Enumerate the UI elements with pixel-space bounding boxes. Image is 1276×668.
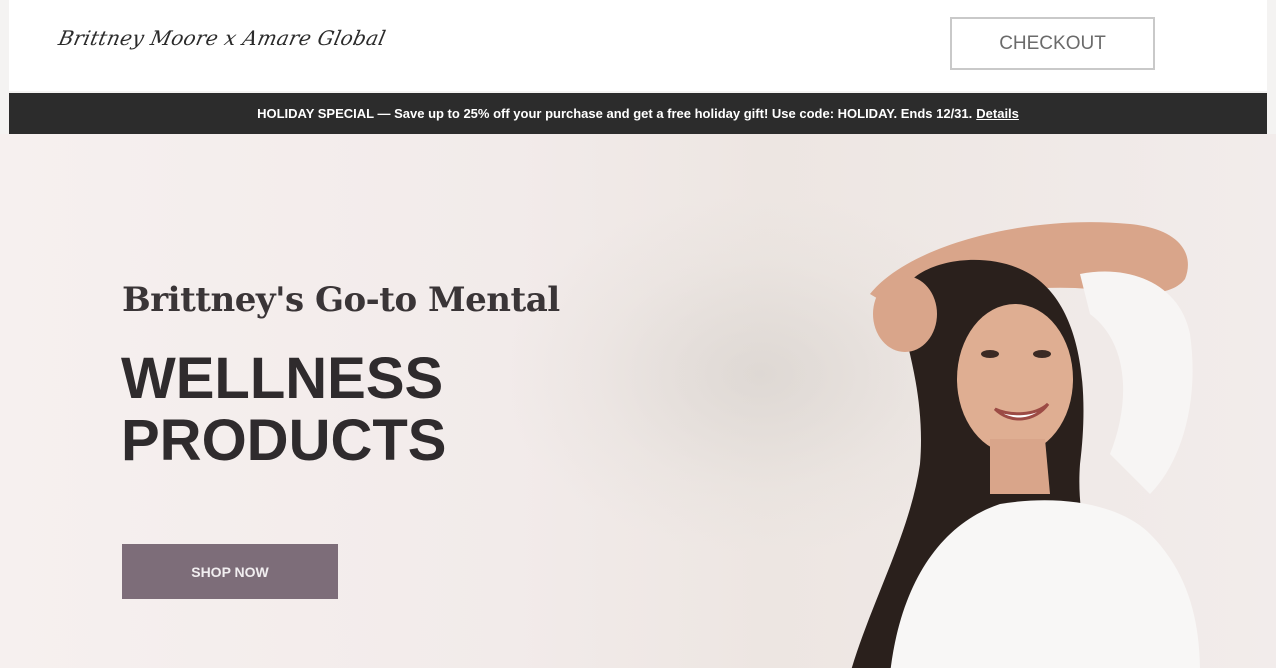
shop-now-button[interactable]: SHOP NOW xyxy=(122,544,338,599)
landing-page: Brittney Moore x Amare Global CHECKOUT H… xyxy=(0,0,1276,668)
promo-banner: HOLIDAY SPECIAL — Save up to 25% off you… xyxy=(9,93,1267,134)
hero-title: WELLNESS PRODUCTS xyxy=(121,346,447,473)
site-header: Brittney Moore x Amare Global CHECKOUT xyxy=(9,0,1267,91)
hand-shape xyxy=(873,276,937,352)
hero-section: Brittney's Go-to Mental WELLNESS PRODUCT… xyxy=(0,134,1276,668)
hero-subtitle: Brittney's Go-to Mental xyxy=(122,280,560,320)
checkout-button[interactable]: CHECKOUT xyxy=(950,17,1155,70)
promo-details-link[interactable]: Details xyxy=(976,106,1019,121)
brand-logo[interactable]: Brittney Moore x Amare Global xyxy=(56,26,387,50)
hero-model-image xyxy=(851,222,1200,668)
sleeve-shape xyxy=(1080,271,1193,494)
face-shape xyxy=(957,304,1073,454)
promo-text: HOLIDAY SPECIAL — Save up to 25% off you… xyxy=(257,106,973,121)
